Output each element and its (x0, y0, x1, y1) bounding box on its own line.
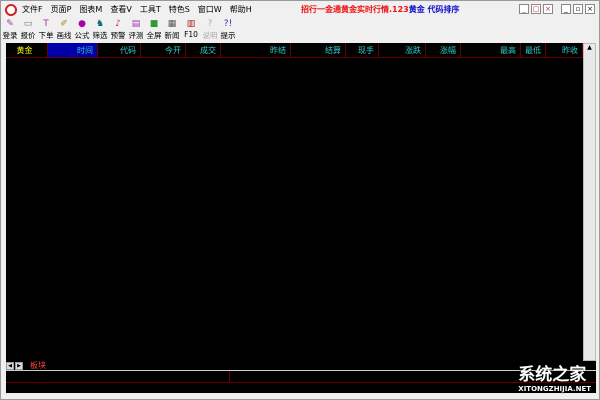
column-header[interactable]: 昨结 (221, 43, 291, 57)
toolbar-label: F10 (184, 30, 198, 39)
toolbar-label: 提示 (220, 31, 236, 40)
menu-view[interactable]: 查看V (110, 4, 131, 15)
menu-help[interactable]: 帮助H (230, 4, 252, 15)
formula-button[interactable]: ● 公式 (73, 18, 91, 42)
column-header[interactable]: 现手 (346, 43, 379, 57)
column-header[interactable]: 最低 (521, 43, 546, 57)
column-header[interactable]: 成交 (186, 43, 221, 57)
toolbar-label: 登录 (2, 31, 18, 40)
table-header: 黄金 时间 代码 今开 成交 昨结 结算 现手 涨跌 涨幅 最高 最低 昨收 (6, 43, 583, 58)
toolbar-label: 画线 (56, 31, 72, 40)
menu-tools[interactable]: 工具T (140, 4, 161, 15)
order-button[interactable]: T 下单 (37, 18, 55, 42)
window-controls: _ □ × _ ▫ × (519, 4, 595, 14)
toolbar: ✎ 登录 ▭ 报价 T 下单 ✐ 画线 ● 公式 ♞ 筛选 ♪ 预警 ▤ 评测 ■ 全屏 ▦ 新闻 ▥ F10? 说明?! 提… (1, 18, 237, 42)
menu-file[interactable]: 文件F (22, 4, 43, 15)
alert-icon: ♪ (115, 19, 121, 29)
scroll-up-icon[interactable]: ▲ (584, 44, 595, 51)
evaluate-icon: ▤ (131, 19, 141, 29)
quote-table[interactable]: 黄金 时间 代码 今开 成交 昨结 结算 现手 涨跌 涨幅 最高 最低 昨收 (6, 43, 583, 361)
draw-line-icon: ✐ (60, 19, 68, 29)
quote-icon: ▭ (23, 19, 33, 29)
column-header[interactable]: 最高 (461, 43, 521, 57)
close-button[interactable]: × (585, 4, 595, 14)
fullscreen-button[interactable]: ■ 全屏 (145, 18, 163, 42)
explain-icon: ? (207, 19, 213, 29)
toolbar-label: 全屏 (146, 31, 162, 40)
child-maximize-button[interactable]: □ (531, 4, 541, 14)
explain-button[interactable]: ? 说明 (201, 18, 219, 42)
menu-page[interactable]: 页面P (51, 4, 72, 15)
menu-chart[interactable]: 图表M (79, 4, 102, 15)
column-header[interactable]: 时间 (48, 43, 98, 57)
f10-button[interactable]: ▥ F10 (181, 18, 201, 42)
title-main: 招行一金通黄金实时行情.123 (301, 5, 409, 14)
toolbar-label: 预警 (110, 31, 126, 40)
tab-left-icon[interactable]: ◀ (6, 361, 14, 370)
status-bar (6, 370, 596, 393)
tips-button[interactable]: ?! 提示 (219, 18, 237, 42)
order-icon: T (43, 19, 49, 29)
evaluate-button[interactable]: ▤ 评测 (127, 18, 145, 42)
window-title: 招行一金通黄金实时行情.123黄金 代码排序 (301, 4, 460, 15)
tips-icon: ?! (223, 19, 233, 29)
column-header[interactable]: 代码 (98, 43, 141, 57)
filter-button[interactable]: ♞ 筛选 (91, 18, 109, 42)
news-button[interactable]: ▦ 新闻 (163, 18, 181, 42)
menu-special[interactable]: 特色S (169, 4, 190, 15)
login-icon: ✎ (6, 19, 14, 29)
toolbar-label: 说明 (202, 31, 218, 40)
child-close-button[interactable]: × (543, 4, 553, 14)
column-header[interactable]: 黄金 (6, 43, 48, 57)
alert-button[interactable]: ♪ 预警 (109, 18, 127, 42)
title-sub: 黄金 代码排序 (408, 5, 460, 14)
login-button[interactable]: ✎ 登录 (1, 18, 19, 42)
toolbar-label: 筛选 (92, 31, 108, 40)
toolbar-label: 新闻 (164, 31, 180, 40)
tab-bar: ◀ ▶ 板块 (6, 361, 596, 370)
formula-icon: ● (78, 19, 86, 29)
minimize-button[interactable]: _ (561, 4, 571, 14)
watermark: 系统之家 XITONGZHIJIA.NET (518, 365, 591, 393)
child-minimize-button[interactable]: _ (519, 4, 529, 14)
column-header[interactable]: 结算 (291, 43, 346, 57)
restore-button[interactable]: ▫ (573, 4, 583, 14)
quote-button[interactable]: ▭ 报价 (19, 18, 37, 42)
toolbar-label: 下单 (38, 31, 54, 40)
fullscreen-icon: ■ (149, 19, 159, 29)
f10-icon: ▥ (186, 19, 196, 29)
column-header[interactable]: 今开 (141, 43, 186, 57)
app-logo-icon (5, 3, 17, 16)
toolbar-label: 评测 (128, 31, 144, 40)
toolbar-label: 公式 (74, 31, 90, 40)
news-icon: ▦ (167, 19, 177, 29)
column-header[interactable]: 昨收 (546, 43, 583, 57)
column-header[interactable]: 涨幅 (426, 43, 461, 57)
tab-right-icon[interactable]: ▶ (15, 361, 23, 370)
draw-line-button[interactable]: ✐ 画线 (55, 18, 73, 42)
vertical-scrollbar[interactable]: ▲ (583, 43, 596, 361)
menu-window[interactable]: 窗口W (198, 4, 222, 15)
column-header[interactable]: 涨跌 (379, 43, 426, 57)
filter-icon: ♞ (95, 19, 105, 29)
toolbar-label: 报价 (20, 31, 36, 40)
